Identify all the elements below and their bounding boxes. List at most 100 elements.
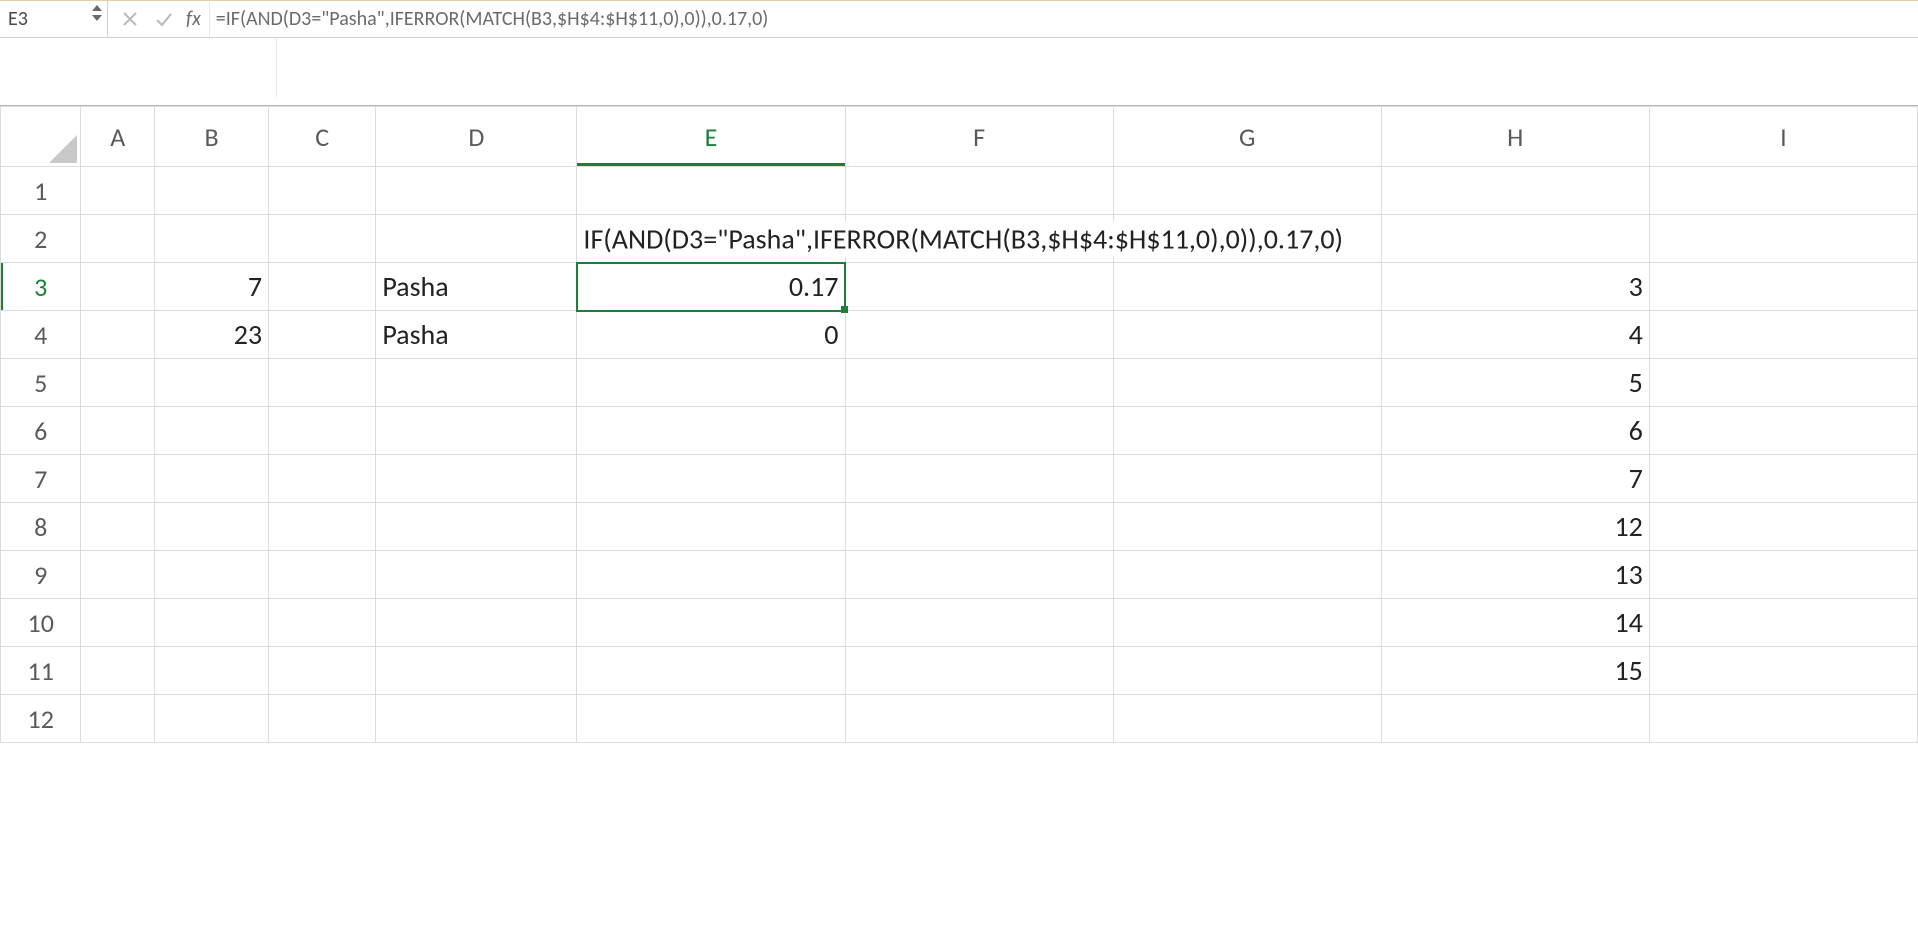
cell-F4[interactable] <box>845 311 1113 359</box>
cell-B4[interactable]: 23 <box>155 311 269 359</box>
column-header-E[interactable]: E <box>577 107 845 167</box>
cell-F1[interactable] <box>845 167 1113 215</box>
cell-D3[interactable]: Pasha <box>376 263 577 311</box>
accept-formula-button[interactable] <box>152 7 176 31</box>
cell-E5[interactable] <box>577 359 845 407</box>
column-header-I[interactable]: I <box>1649 107 1917 167</box>
name-box[interactable]: E3 <box>0 1 108 37</box>
cell-G4[interactable] <box>1113 311 1381 359</box>
cell-F6[interactable] <box>845 407 1113 455</box>
column-header-F[interactable]: F <box>845 107 1113 167</box>
cell-G5[interactable] <box>1113 359 1381 407</box>
cell-E7[interactable] <box>577 455 845 503</box>
cell-D7[interactable] <box>376 455 577 503</box>
row-header-10[interactable]: 10 <box>1 599 81 647</box>
cell-G10[interactable] <box>1113 599 1381 647</box>
cell-B10[interactable] <box>155 599 269 647</box>
cell-G11[interactable] <box>1113 647 1381 695</box>
row-header-11[interactable]: 11 <box>1 647 81 695</box>
cell-H9[interactable]: 13 <box>1381 551 1649 599</box>
cell-G6[interactable] <box>1113 407 1381 455</box>
cell-H2[interactable] <box>1381 215 1649 263</box>
cell-I3[interactable] <box>1649 263 1917 311</box>
cell-B5[interactable] <box>155 359 269 407</box>
cell-H7[interactable]: 7 <box>1381 455 1649 503</box>
cell-G1[interactable] <box>1113 167 1381 215</box>
cell-I4[interactable] <box>1649 311 1917 359</box>
column-header-H[interactable]: H <box>1381 107 1649 167</box>
cell-C9[interactable] <box>269 551 376 599</box>
cell-H5[interactable]: 5 <box>1381 359 1649 407</box>
cell-F7[interactable] <box>845 455 1113 503</box>
cell-I11[interactable] <box>1649 647 1917 695</box>
column-header-C[interactable]: C <box>269 107 376 167</box>
cell-E4[interactable]: 0 <box>577 311 845 359</box>
cell-I2[interactable] <box>1649 215 1917 263</box>
cell-E10[interactable] <box>577 599 845 647</box>
cell-G9[interactable] <box>1113 551 1381 599</box>
row-header-12[interactable]: 12 <box>1 695 81 743</box>
cell-A2[interactable] <box>81 215 155 263</box>
cell-A11[interactable] <box>81 647 155 695</box>
cell-C2[interactable] <box>269 215 376 263</box>
cell-G12[interactable] <box>1113 695 1381 743</box>
cell-E11[interactable] <box>577 647 845 695</box>
column-header-G[interactable]: G <box>1113 107 1381 167</box>
cell-E9[interactable] <box>577 551 845 599</box>
cell-F9[interactable] <box>845 551 1113 599</box>
cell-I7[interactable] <box>1649 455 1917 503</box>
cell-F11[interactable] <box>845 647 1113 695</box>
cell-D6[interactable] <box>376 407 577 455</box>
cell-G3[interactable] <box>1113 263 1381 311</box>
cell-F10[interactable] <box>845 599 1113 647</box>
row-header-6[interactable]: 6 <box>1 407 81 455</box>
cell-H1[interactable] <box>1381 167 1649 215</box>
cell-C11[interactable] <box>269 647 376 695</box>
row-header-2[interactable]: 2 <box>1 215 81 263</box>
cell-B8[interactable] <box>155 503 269 551</box>
cell-E1[interactable] <box>577 167 845 215</box>
column-header-A[interactable]: A <box>81 107 155 167</box>
cancel-formula-button[interactable] <box>118 7 142 31</box>
cell-F5[interactable] <box>845 359 1113 407</box>
cell-F8[interactable] <box>845 503 1113 551</box>
row-header-3[interactable]: 3 <box>1 263 81 311</box>
cell-E12[interactable] <box>577 695 845 743</box>
cell-C10[interactable] <box>269 599 376 647</box>
cell-F12[interactable] <box>845 695 1113 743</box>
cell-E3[interactable]: 0.17 <box>577 263 845 311</box>
cell-I8[interactable] <box>1649 503 1917 551</box>
cell-B6[interactable] <box>155 407 269 455</box>
row-header-8[interactable]: 8 <box>1 503 81 551</box>
row-header-1[interactable]: 1 <box>1 167 81 215</box>
select-all-button[interactable] <box>1 107 81 167</box>
cell-C3[interactable] <box>269 263 376 311</box>
cell-A6[interactable] <box>81 407 155 455</box>
cell-I5[interactable] <box>1649 359 1917 407</box>
cell-D4[interactable]: Pasha <box>376 311 577 359</box>
cell-D10[interactable] <box>376 599 577 647</box>
cell-A4[interactable] <box>81 311 155 359</box>
cell-B2[interactable] <box>155 215 269 263</box>
cell-E2[interactable]: IF(AND(D3="Pasha",IFERROR(MATCH(B3,$H$4:… <box>577 215 845 263</box>
row-header-9[interactable]: 9 <box>1 551 81 599</box>
cell-A9[interactable] <box>81 551 155 599</box>
cell-H10[interactable]: 14 <box>1381 599 1649 647</box>
cell-G7[interactable] <box>1113 455 1381 503</box>
cell-H3[interactable]: 3 <box>1381 263 1649 311</box>
fx-label[interactable]: fx <box>186 7 201 31</box>
cell-I1[interactable] <box>1649 167 1917 215</box>
row-header-5[interactable]: 5 <box>1 359 81 407</box>
cell-H12[interactable] <box>1381 695 1649 743</box>
cell-H11[interactable]: 15 <box>1381 647 1649 695</box>
cell-B7[interactable] <box>155 455 269 503</box>
cell-A5[interactable] <box>81 359 155 407</box>
cell-D5[interactable] <box>376 359 577 407</box>
name-box-stepper[interactable] <box>91 4 103 22</box>
cell-C4[interactable] <box>269 311 376 359</box>
column-header-B[interactable]: B <box>155 107 269 167</box>
cell-D8[interactable] <box>376 503 577 551</box>
cell-A7[interactable] <box>81 455 155 503</box>
cell-I6[interactable] <box>1649 407 1917 455</box>
cell-D9[interactable] <box>376 551 577 599</box>
